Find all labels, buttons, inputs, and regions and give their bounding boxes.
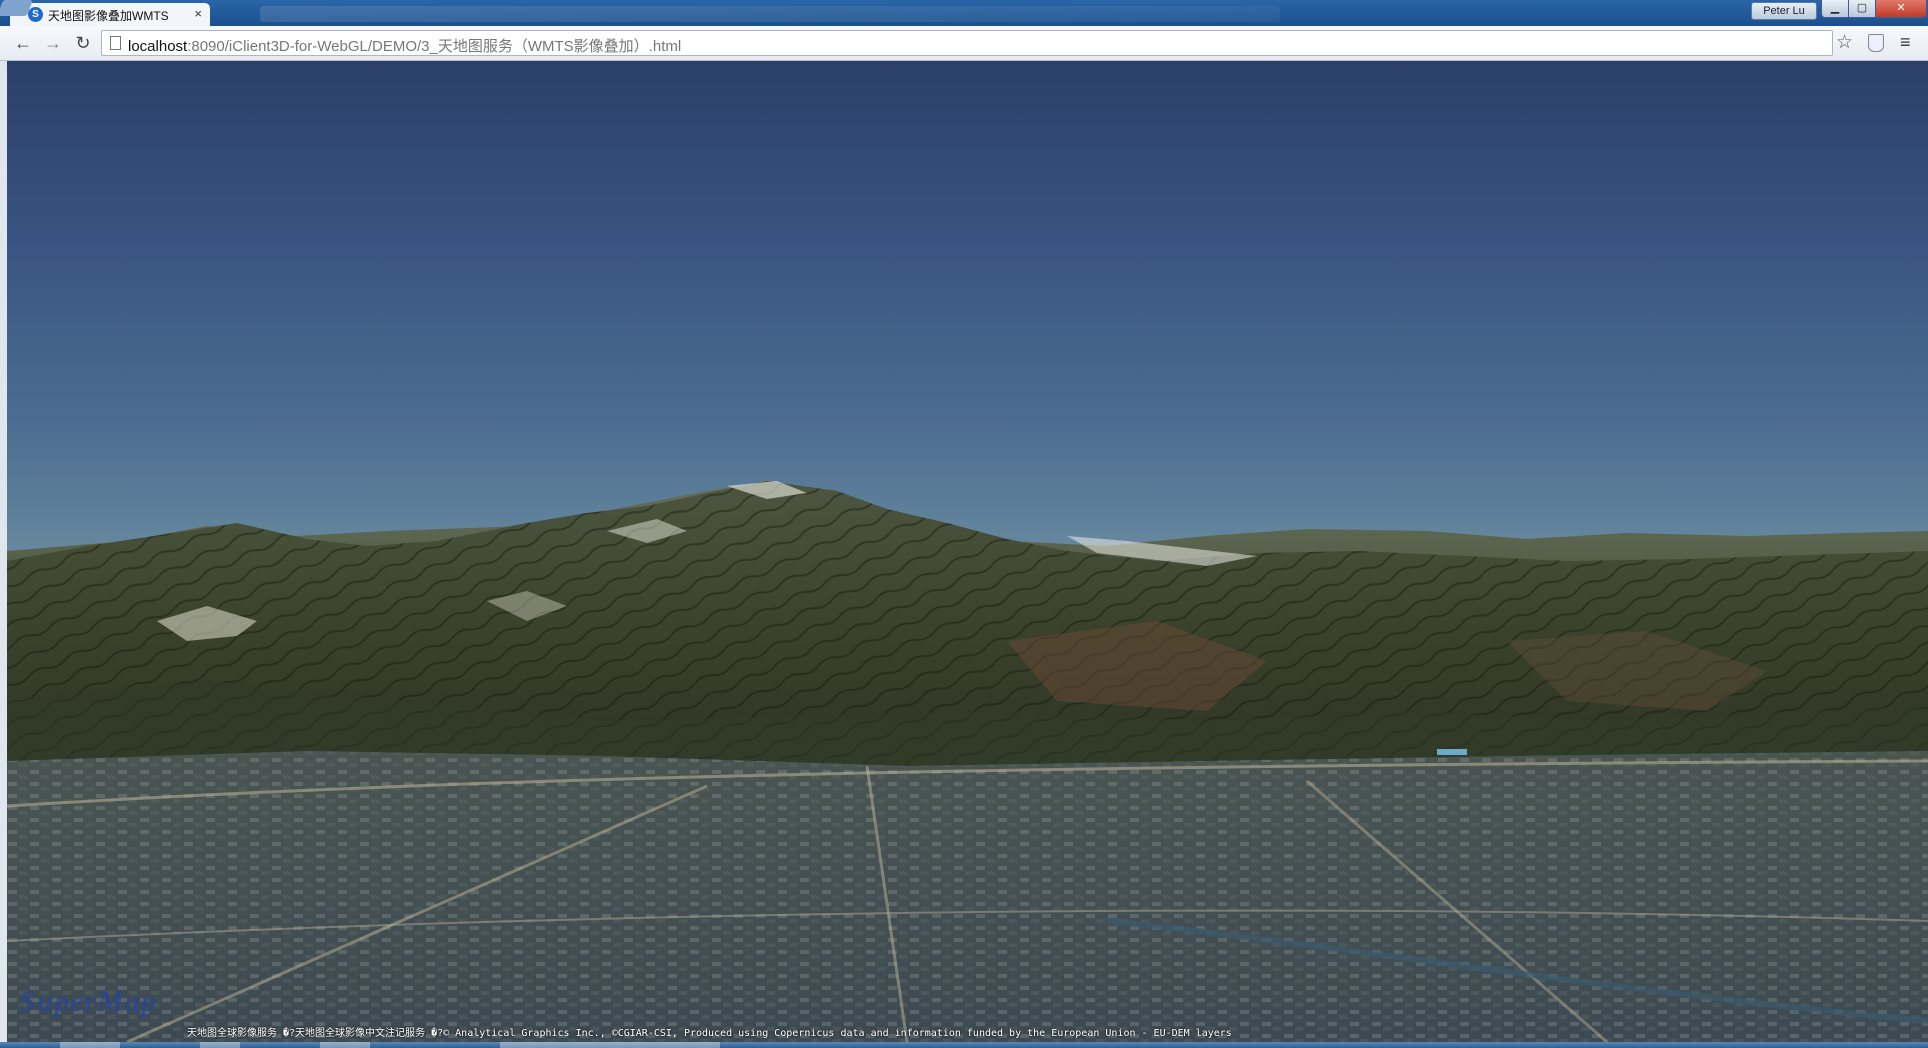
address-bar[interactable]: localhost:8090/iClient3D-for-WebGL/DEMO/… bbox=[101, 30, 1833, 56]
taskbar-item[interactable] bbox=[60, 1042, 120, 1048]
supermap-favicon-icon: S bbox=[28, 7, 43, 22]
supermap-logo: SuperMap bbox=[19, 985, 158, 1018]
url-path: :8090/iClient3D-for-WebGL/DEMO/3_天地图服务（W… bbox=[187, 38, 682, 55]
hamburger-menu-icon[interactable]: ≡ bbox=[1900, 31, 1911, 53]
blue-roof bbox=[1437, 749, 1467, 755]
map-credits: 天地图全球影像服务 �?天地图全球影像中文注记服务 �?© Analytical… bbox=[187, 1028, 1232, 1039]
taskbar bbox=[0, 1042, 1928, 1048]
terrain-scene bbox=[7, 481, 1928, 1042]
taskbar-item[interactable] bbox=[320, 1042, 370, 1048]
extension-icon[interactable] bbox=[1868, 34, 1884, 52]
tab-active[interactable]: S 天地图影像叠加WMTS × bbox=[10, 3, 210, 26]
star-icon[interactable]: ☆ bbox=[1836, 32, 1853, 54]
user-profile-badge[interactable]: Peter Lu bbox=[1751, 2, 1817, 20]
tab-title: 天地图影像叠加WMTS bbox=[48, 9, 169, 23]
taskbar-item[interactable] bbox=[200, 1042, 240, 1048]
tab-close-icon[interactable]: × bbox=[194, 6, 202, 22]
back-arrow-icon[interactable]: ← bbox=[12, 32, 34, 54]
url-host: localhost bbox=[128, 38, 188, 55]
close-window-button[interactable]: ✕ bbox=[1875, 0, 1927, 18]
page-icon bbox=[110, 36, 121, 50]
reload-icon[interactable]: ↻ bbox=[72, 32, 94, 54]
forward-arrow-icon[interactable]: → bbox=[42, 32, 64, 54]
title-bar: S 天地图影像叠加WMTS × Peter Lu ▁ ▢ ✕ bbox=[0, 0, 1928, 26]
minimize-button[interactable]: ▁ bbox=[1821, 0, 1849, 18]
3d-map-viewport[interactable]: SuperMap 天地图全球影像服务 �?天地图全球影像中文注记服务 �?© A… bbox=[7, 61, 1928, 1042]
taskbar-item[interactable] bbox=[500, 1042, 720, 1048]
browser-toolbar: ← → ↻ localhost:8090/iClient3D-for-WebGL… bbox=[0, 26, 1928, 61]
url-text[interactable]: localhost:8090/iClient3D-for-WebGL/DEMO/… bbox=[128, 35, 681, 56]
browser-window: S 天地图影像叠加WMTS × Peter Lu ▁ ▢ ✕ ← → ↻ loc… bbox=[0, 0, 1928, 1048]
maximize-button[interactable]: ▢ bbox=[1848, 0, 1876, 18]
blurred-tab-area bbox=[260, 6, 1280, 22]
